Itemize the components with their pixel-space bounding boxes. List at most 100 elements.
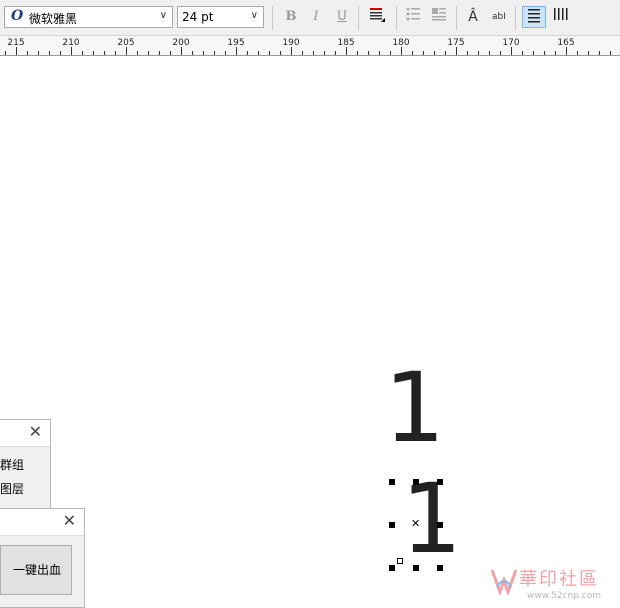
ruler-tick xyxy=(412,51,413,55)
ruler-tick xyxy=(610,51,611,55)
panel-item-layer[interactable]: 图层 xyxy=(0,480,24,497)
font-size-combo[interactable]: 24 pt ∨ xyxy=(177,6,264,28)
ruler-tick xyxy=(401,47,402,55)
edit-text-icon[interactable]: abI xyxy=(487,6,511,28)
ruler-tick xyxy=(104,51,105,55)
ruler-tick xyxy=(555,51,556,55)
ruler-tick xyxy=(258,51,259,55)
ruler-tick xyxy=(38,51,39,55)
font-family-value: 微软雅黑 xyxy=(29,12,78,26)
ruler-tick xyxy=(522,51,523,55)
selection-handle[interactable] xyxy=(413,479,419,485)
ruler-tick xyxy=(236,47,237,55)
vertical-text-icon[interactable] xyxy=(548,6,572,28)
bold-icon[interactable]: B xyxy=(279,6,303,28)
toolbar-separator xyxy=(515,6,516,30)
italic-icon[interactable]: I xyxy=(304,6,328,28)
selection-handle[interactable] xyxy=(437,522,443,528)
font-family-combo[interactable]: O 微软雅黑 ∨ xyxy=(4,6,173,28)
ruler-tick xyxy=(489,51,490,55)
ruler-tick xyxy=(313,51,314,55)
text-toolbar: O 微软雅黑 ∨ 24 pt ∨ B I U Â abI xyxy=(0,0,620,36)
selection-handle[interactable] xyxy=(413,565,419,571)
ruler-tick xyxy=(170,51,171,55)
ruler-tick xyxy=(115,51,116,55)
ruler-tick xyxy=(566,47,567,55)
ruler-tick xyxy=(588,51,589,55)
center-x-icon[interactable]: ✕ xyxy=(411,517,420,530)
ruler-tick xyxy=(269,51,270,55)
ruler-tick xyxy=(346,47,347,55)
toolbar-separator xyxy=(358,6,359,30)
ruler-tick xyxy=(181,47,182,55)
selection-handle[interactable] xyxy=(389,479,395,485)
ruler-tick xyxy=(93,51,94,55)
character-formatting-icon[interactable]: Â xyxy=(461,6,485,28)
ruler-tick xyxy=(280,51,281,55)
ruler-tick xyxy=(500,51,501,55)
ruler-tick xyxy=(16,47,17,55)
drawing-canvas[interactable]: 1 1 ✕ xyxy=(0,56,620,605)
ruler-tick xyxy=(467,51,468,55)
ruler-tick xyxy=(225,51,226,55)
selection-handle[interactable] xyxy=(437,565,443,571)
ruler-tick xyxy=(291,47,292,55)
text-align-icon[interactable] xyxy=(365,6,389,28)
ruler-tick xyxy=(379,51,380,55)
text-object[interactable]: 1 xyxy=(384,360,445,456)
selection-handle[interactable] xyxy=(389,565,395,571)
watermark-logo-icon xyxy=(490,569,518,595)
ruler-tick xyxy=(368,51,369,55)
ruler-tick xyxy=(82,51,83,55)
chevron-down-icon[interactable]: ∨ xyxy=(160,10,167,21)
bullet-list-icon[interactable] xyxy=(401,6,425,28)
ruler-tick xyxy=(203,51,204,55)
ruler-tick xyxy=(324,51,325,55)
font-size-value: 24 pt xyxy=(182,10,214,24)
ruler-tick xyxy=(27,51,28,55)
ruler-tick xyxy=(247,51,248,55)
ruler-tick xyxy=(137,51,138,55)
ruler-tick xyxy=(533,51,534,55)
ruler-tick xyxy=(511,47,512,55)
toolbar-separator xyxy=(272,6,273,30)
close-icon[interactable]: ✕ xyxy=(29,422,42,441)
watermark-text: 華印社區 xyxy=(519,569,599,590)
object-panel: ✕ 群组 图层 xyxy=(0,419,51,511)
ruler-tick xyxy=(5,51,6,55)
drop-cap-icon[interactable] xyxy=(427,6,451,28)
ruler-tick xyxy=(434,51,435,55)
ruler-tick xyxy=(423,51,424,55)
ruler-tick xyxy=(456,47,457,55)
horizontal-ruler[interactable]: 215 210 205 200 195 190 185 180 175 170 … xyxy=(0,36,620,56)
ruler-tick xyxy=(390,51,391,55)
ruler-tick xyxy=(126,47,127,55)
horizontal-text-icon[interactable] xyxy=(522,6,546,28)
panel-titlebar: ✕ xyxy=(0,509,84,536)
ruler-tick xyxy=(148,51,149,55)
ruler-tick xyxy=(544,51,545,55)
ruler-tick xyxy=(214,51,215,55)
toolbar-separator xyxy=(396,6,397,30)
selection-handle[interactable] xyxy=(389,522,395,528)
ruler-tick xyxy=(335,51,336,55)
one-click-bleed-button[interactable]: 一键出血 xyxy=(0,545,72,595)
chevron-down-icon[interactable]: ∨ xyxy=(251,10,258,21)
selection-handle[interactable] xyxy=(437,479,443,485)
panel-titlebar: ✕ xyxy=(0,420,50,447)
ruler-tick xyxy=(159,51,160,55)
watermark-url: www.52cnp.com xyxy=(527,591,602,601)
opentype-font-icon: O xyxy=(11,8,24,24)
ruler-tick xyxy=(302,51,303,55)
ruler-tick xyxy=(445,51,446,55)
selected-text-object[interactable]: 1 ✕ xyxy=(389,471,462,572)
close-icon[interactable]: ✕ xyxy=(63,511,76,530)
panel-item-group[interactable]: 群组 xyxy=(0,456,24,473)
ruler-tick xyxy=(599,51,600,55)
ruler-tick xyxy=(577,51,578,55)
toolbar-separator xyxy=(456,6,457,30)
text-anchor-node[interactable] xyxy=(397,558,403,564)
ruler-tick xyxy=(357,51,358,55)
underline-icon[interactable]: U xyxy=(330,6,354,28)
ruler-tick xyxy=(192,51,193,55)
